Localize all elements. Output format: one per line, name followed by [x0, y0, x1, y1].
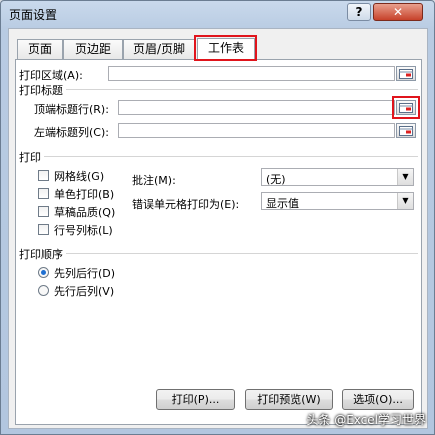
print-titles-divider	[66, 89, 418, 90]
over-then-down-label: 先行后列(V)	[54, 285, 115, 298]
draft-quality-checkbox[interactable]	[38, 206, 49, 217]
print-area-input[interactable]	[108, 66, 395, 81]
draft-quality-label: 草稿品质(Q)	[54, 206, 116, 219]
page-order-divider	[66, 253, 418, 254]
tab-header-footer[interactable]: 页眉/页脚	[123, 39, 195, 59]
range-select-icon	[399, 69, 413, 79]
down-then-over-radio[interactable]	[38, 267, 49, 278]
comments-value: (无)	[266, 173, 286, 186]
cell-errors-value: 显示值	[266, 197, 299, 210]
print-area-collapse-button[interactable]	[396, 66, 416, 81]
rows-to-repeat-input[interactable]	[118, 100, 395, 115]
tab-page[interactable]: 页面	[17, 39, 63, 59]
dialog-client-area: 页面 页边距 页眉/页脚 工作表 打印区域(A): 打印标题 顶端标题行(R):	[8, 28, 428, 429]
range-select-icon	[399, 126, 413, 136]
chevron-down-icon[interactable]: ▼	[397, 193, 413, 209]
comments-label: 批注(M):	[132, 174, 176, 187]
print-area-label: 打印区域(A):	[19, 69, 83, 82]
row-col-headings-checkbox[interactable]	[38, 224, 49, 235]
options-button[interactable]: 选项(O)...	[342, 389, 414, 410]
row-col-headings-label: 行号列标(L)	[54, 224, 113, 237]
cell-errors-select[interactable]: 显示值 ▼	[261, 192, 414, 210]
watermark-text: 头条 @Excel学习世界	[306, 413, 426, 427]
rows-collapse-button[interactable]	[396, 100, 416, 115]
cell-errors-label: 错误单元格打印为(E):	[132, 198, 240, 211]
cols-collapse-button[interactable]	[396, 123, 416, 138]
dialog-title: 页面设置	[9, 8, 58, 22]
print-heading: 打印	[19, 151, 41, 164]
print-button[interactable]: 打印(P)...	[156, 389, 235, 410]
print-titles-heading: 打印标题	[19, 84, 63, 97]
cols-to-repeat-label: 左端标题列(C):	[34, 126, 109, 139]
page-setup-dialog: 页面设置 ? ✕ 页面 页边距 页眉/页脚 工作表 打印区域(A): 打印标题 …	[0, 0, 435, 435]
title-bar[interactable]: 页面设置 ? ✕	[1, 1, 434, 27]
tab-sheet[interactable]: 工作表	[197, 38, 255, 60]
help-button[interactable]: ?	[347, 3, 371, 21]
gridlines-label: 网格线(G)	[54, 170, 105, 183]
sheet-tab-panel: 打印区域(A): 打印标题 顶端标题行(R): 左端标题列(C): 打印 网格线…	[15, 59, 422, 425]
black-white-checkbox[interactable]	[38, 188, 49, 199]
cols-to-repeat-input[interactable]	[118, 123, 395, 138]
black-white-label: 单色打印(B)	[54, 188, 115, 201]
comments-select[interactable]: (无) ▼	[261, 168, 414, 186]
range-select-icon	[399, 103, 413, 113]
gridlines-checkbox[interactable]	[38, 170, 49, 181]
close-button[interactable]: ✕	[373, 3, 423, 21]
tab-margins[interactable]: 页边距	[63, 39, 123, 59]
print-divider	[44, 156, 418, 157]
rows-to-repeat-label: 顶端标题行(R):	[34, 103, 109, 116]
chevron-down-icon[interactable]: ▼	[397, 169, 413, 185]
down-then-over-label: 先列后行(D)	[54, 267, 116, 280]
print-preview-button[interactable]: 打印预览(W)	[245, 389, 333, 410]
over-then-down-radio[interactable]	[38, 285, 49, 296]
page-order-heading: 打印顺序	[19, 248, 63, 261]
